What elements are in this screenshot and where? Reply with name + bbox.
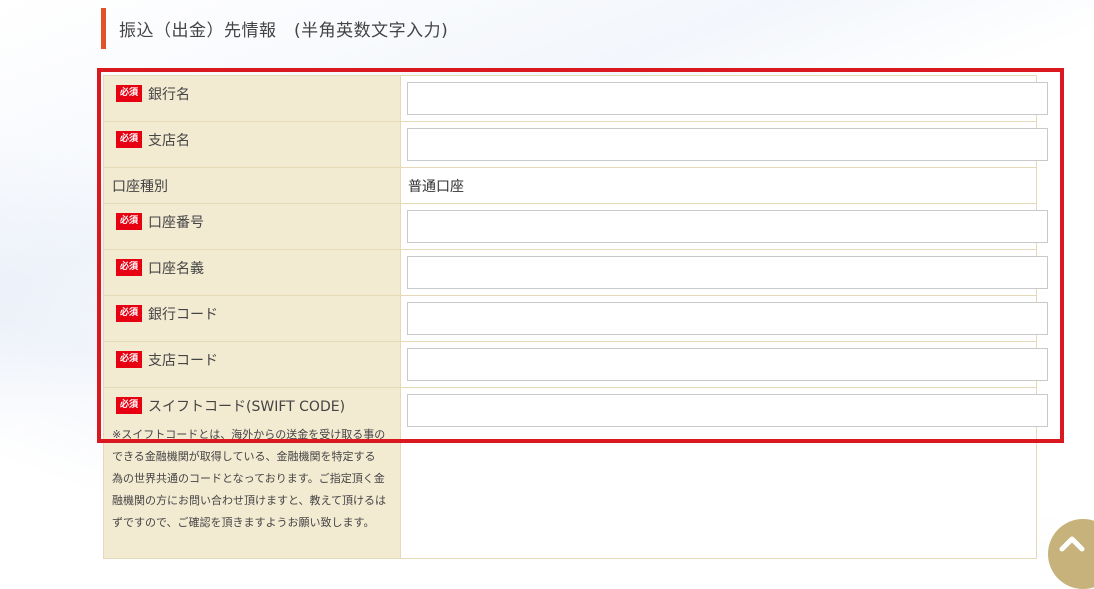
form-row-bank-code: 必須 銀行コード	[103, 295, 1048, 342]
required-badge: 必須	[116, 397, 143, 414]
swift-code-input[interactable]	[407, 394, 1048, 427]
branch-code-input[interactable]	[407, 348, 1048, 381]
form-row-bank-name: 必須 銀行名	[103, 75, 1048, 122]
label-cell: 必須 口座番号	[103, 203, 401, 250]
value-cell: 普通口座	[400, 167, 1037, 204]
form-row-account-number: 必須 口座番号	[103, 203, 1048, 250]
account-number-label: 口座番号	[148, 214, 205, 231]
account-holder-input[interactable]	[407, 256, 1048, 289]
form-row-swift-code: 必須 スイフトコード(SWIFT CODE) ※スイフトコードとは、海外からの送…	[103, 387, 1048, 559]
value-cell	[400, 121, 1048, 168]
value-cell	[400, 341, 1048, 388]
branch-name-input[interactable]	[407, 128, 1048, 161]
section-heading: 振込（出金）先情報 (半角英数文字入力)	[101, 8, 448, 49]
value-cell	[400, 249, 1048, 296]
swift-code-note: ※スイフトコードとは、海外からの送金を受け取る事のできる金融機関が取得している、…	[112, 428, 387, 529]
form-row-account-holder: 必須 口座名義	[103, 249, 1048, 296]
required-badge: 必須	[116, 259, 143, 276]
label-cell: 口座種別	[103, 167, 401, 204]
label-cell: 必須 支店名	[103, 121, 401, 168]
form-row-branch-code: 必須 支店コード	[103, 341, 1048, 388]
account-type-label: 口座種別	[112, 178, 168, 195]
value-cell	[400, 295, 1048, 342]
chevron-up-icon	[1059, 536, 1085, 552]
bank-name-input[interactable]	[407, 82, 1048, 115]
branch-code-label: 支店コード	[148, 352, 219, 369]
account-holder-label: 口座名義	[148, 260, 205, 277]
bank-code-input[interactable]	[407, 302, 1048, 335]
account-number-input[interactable]	[407, 210, 1048, 243]
bank-info-form: 必須 銀行名 必須 支店名 口座種別 普通口座 必須 口座番号 必須 口座名義 …	[103, 75, 1048, 559]
bank-name-label: 銀行名	[148, 86, 191, 103]
required-badge: 必須	[116, 85, 143, 102]
label-cell: 必須 銀行名	[103, 75, 401, 122]
form-row-account-type: 口座種別 普通口座	[103, 167, 1037, 204]
required-badge: 必須	[116, 351, 143, 368]
form-row-branch-name: 必須 支店名	[103, 121, 1048, 168]
label-cell: 必須 銀行コード	[103, 295, 401, 342]
required-badge: 必須	[116, 131, 143, 148]
section-title: 振込（出金）先情報 (半角英数文字入力)	[119, 21, 449, 41]
required-badge: 必須	[116, 305, 143, 322]
branch-name-label: 支店名	[148, 132, 191, 149]
label-cell: 必須 スイフトコード(SWIFT CODE) ※スイフトコードとは、海外からの送…	[103, 387, 401, 559]
label-cell: 必須 支店コード	[103, 341, 401, 388]
label-cell: 必須 口座名義	[103, 249, 401, 296]
swift-code-label: スイフトコード(SWIFT CODE)	[148, 398, 346, 415]
value-cell	[400, 203, 1048, 250]
bank-code-label: 銀行コード	[148, 306, 219, 323]
value-cell	[400, 387, 1048, 559]
value-cell	[400, 75, 1048, 122]
account-type-value: 普通口座	[408, 178, 464, 195]
required-badge: 必須	[116, 213, 143, 230]
scroll-to-top-button[interactable]	[1048, 519, 1094, 589]
